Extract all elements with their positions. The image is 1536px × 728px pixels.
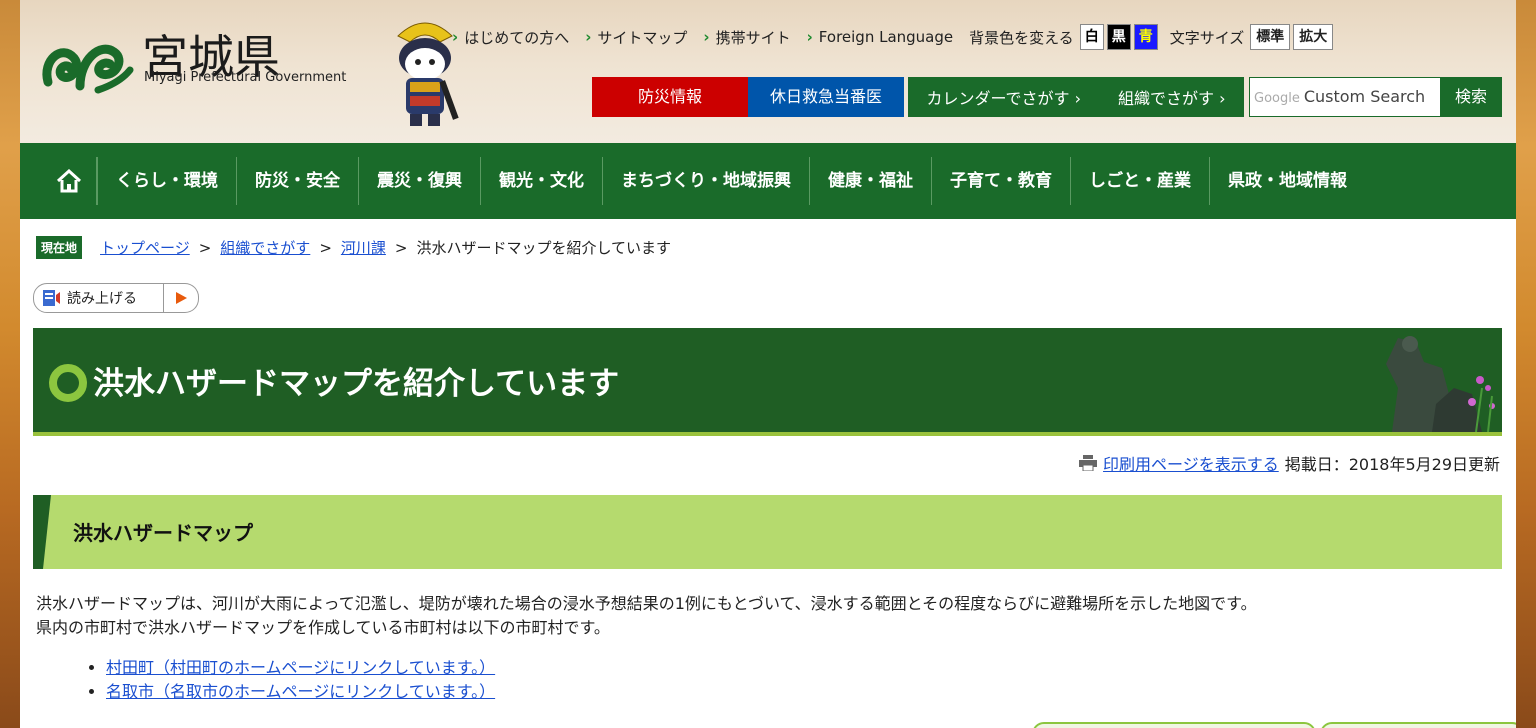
nav-item-work[interactable]: しごと・産業 <box>1070 157 1209 205</box>
nav-item-childcare[interactable]: 子育て・教育 <box>931 157 1070 205</box>
global-nav: くらし・環境 防災・安全 震災・復興 観光・文化 まちづくり・地域振興 健康・福… <box>20 143 1516 219</box>
nav-item-health[interactable]: 健康・福祉 <box>809 157 931 205</box>
nav-item-recovery[interactable]: 震災・復興 <box>358 157 480 205</box>
bg-blue-button[interactable]: 青 <box>1133 24 1158 50</box>
date-masamune-statue-image <box>1386 336 1495 432</box>
chevron-right-icon: › <box>1074 89 1082 108</box>
speaker-icon <box>43 290 60 306</box>
paragraph-municipalities: 県内の市町村で洪水ハザードマップを作成している市町村は以下の市町村です。 <box>36 618 610 637</box>
section-heading-box: 洪水ハザードマップ <box>33 495 1502 569</box>
link-mobile-site[interactable]: › 携帯サイト <box>703 27 790 48</box>
floating-button[interactable] <box>1032 722 1316 728</box>
nav-item-community[interactable]: まちづくり・地域振興 <box>602 157 809 205</box>
list-item: 名取市（名取市のホームページにリンクしています。） <box>106 680 1500 704</box>
calendar-search-link[interactable]: カレンダーでさがす › <box>926 85 1081 109</box>
page-meta: 印刷用ページを表示する 掲載日：2018年5月29日更新 <box>1079 451 1500 475</box>
google-logo: Google <box>1254 91 1300 106</box>
bg-black-button[interactable]: 黒 <box>1106 24 1131 50</box>
section-accent-bar <box>33 495 51 569</box>
circle-bullet-icon <box>49 364 87 402</box>
breadcrumb-separator: > <box>319 238 332 257</box>
section-body: 洪水ハザードマップは、河川が大雨によって氾濫し、堤防が壊れた場合の浸水予想結果の… <box>20 592 1500 704</box>
breadcrumb-org-search[interactable]: 組織でさがす <box>220 237 310 258</box>
print-page-link[interactable]: 印刷用ページを表示する <box>1103 451 1279 475</box>
floating-button[interactable] <box>1320 722 1516 728</box>
paragraph-description: 洪水ハザードマップは、河川が大雨によって氾濫し、堤防が壊れた場合の浸水予想結果の… <box>36 594 1257 613</box>
current-location-badge: 現在地 <box>36 236 83 259</box>
nav-item-tourism[interactable]: 観光・文化 <box>480 157 602 205</box>
play-button[interactable] <box>164 283 199 313</box>
breadcrumb-separator: > <box>198 238 212 257</box>
play-icon <box>176 292 187 304</box>
font-size-standard-button[interactable]: 標準 <box>1250 24 1291 50</box>
chevron-right-icon: › <box>1219 89 1226 108</box>
printer-icon <box>1079 455 1098 471</box>
read-aloud-widget: 読み上げる <box>33 283 199 313</box>
home-button[interactable] <box>42 157 97 205</box>
chevron-right-icon: › <box>703 28 710 46</box>
site-logo[interactable]: 宮城県 <box>40 30 280 100</box>
search-placeholder: Custom Search <box>1303 87 1426 106</box>
site-subtitle: Miyagi Prefectural Government <box>144 70 347 85</box>
breadcrumb-top[interactable]: トップページ <box>100 237 190 258</box>
publish-date: 掲載日：2018年5月29日更新 <box>1284 455 1500 474</box>
chevron-right-icon: › <box>806 28 813 46</box>
bg-color-label: 背景色を変える <box>969 28 1074 47</box>
breadcrumb-river-division[interactable]: 河川課 <box>341 237 386 258</box>
search-links: カレンダーでさがす › 組織でさがす › <box>908 77 1244 117</box>
link-first-visit[interactable]: › はじめての方へ <box>452 27 569 48</box>
breadcrumb-current: 洪水ハザードマップを紹介しています <box>416 239 672 257</box>
site-header: 宮城県 Miyagi Prefectural Government › はじめての… <box>20 0 1516 143</box>
chevron-right-icon: › <box>452 28 459 46</box>
breadcrumb: 現在地 トップページ > 組織でさがす > 河川課 > 洪水ハザードマップを紹介… <box>36 236 671 259</box>
page-title-banner: 洪水ハザードマップを紹介しています <box>33 328 1502 436</box>
holiday-doctor-button[interactable]: 休日救急当番医 <box>748 77 904 117</box>
link-murata-town[interactable]: 村田町（村田町のホームページにリンクしています。） <box>106 658 495 677</box>
nav-item-safety[interactable]: 防災・安全 <box>236 157 358 205</box>
breadcrumb-separator: > <box>394 238 408 257</box>
prefecture-emblem-icon <box>42 44 134 94</box>
nav-item-government[interactable]: 県政・地域情報 <box>1209 157 1365 205</box>
section-heading: 洪水ハザードマップ <box>73 521 253 545</box>
search-button[interactable]: 検索 <box>1440 77 1502 117</box>
nav-item-living[interactable]: くらし・環境 <box>97 157 236 205</box>
page-title: 洪水ハザードマップを紹介しています <box>93 366 620 402</box>
link-sitemap[interactable]: › サイトマップ <box>585 27 687 48</box>
utility-links: › はじめての方へ › サイトマップ › 携帯サイト › Foreign Languag… <box>452 24 1334 50</box>
search-input[interactable]: Google Custom Search <box>1249 77 1445 117</box>
chevron-right-icon: › <box>585 28 592 46</box>
font-size-label: 文字サイズ <box>1169 28 1245 47</box>
read-aloud-button[interactable]: 読み上げる <box>33 283 164 313</box>
org-search-link[interactable]: 組織でさがす › <box>1118 85 1226 109</box>
link-foreign-language[interactable]: › Foreign Language <box>807 28 954 46</box>
disaster-info-button[interactable]: 防災情報 <box>592 77 748 117</box>
municipality-list: 村田町（村田町のホームページにリンクしています。） 名取市（名取市のホームページ… <box>20 656 1500 704</box>
font-size-large-button[interactable]: 拡大 <box>1293 24 1334 50</box>
link-natori-city[interactable]: 名取市（名取市のホームページにリンクしています。） <box>106 682 495 701</box>
home-icon <box>56 169 82 193</box>
page: 宮城県 Miyagi Prefectural Government › はじめての… <box>20 0 1516 728</box>
bg-white-button[interactable]: 白 <box>1079 24 1104 50</box>
list-item: 村田町（村田町のホームページにリンクしています。） <box>106 656 1500 680</box>
